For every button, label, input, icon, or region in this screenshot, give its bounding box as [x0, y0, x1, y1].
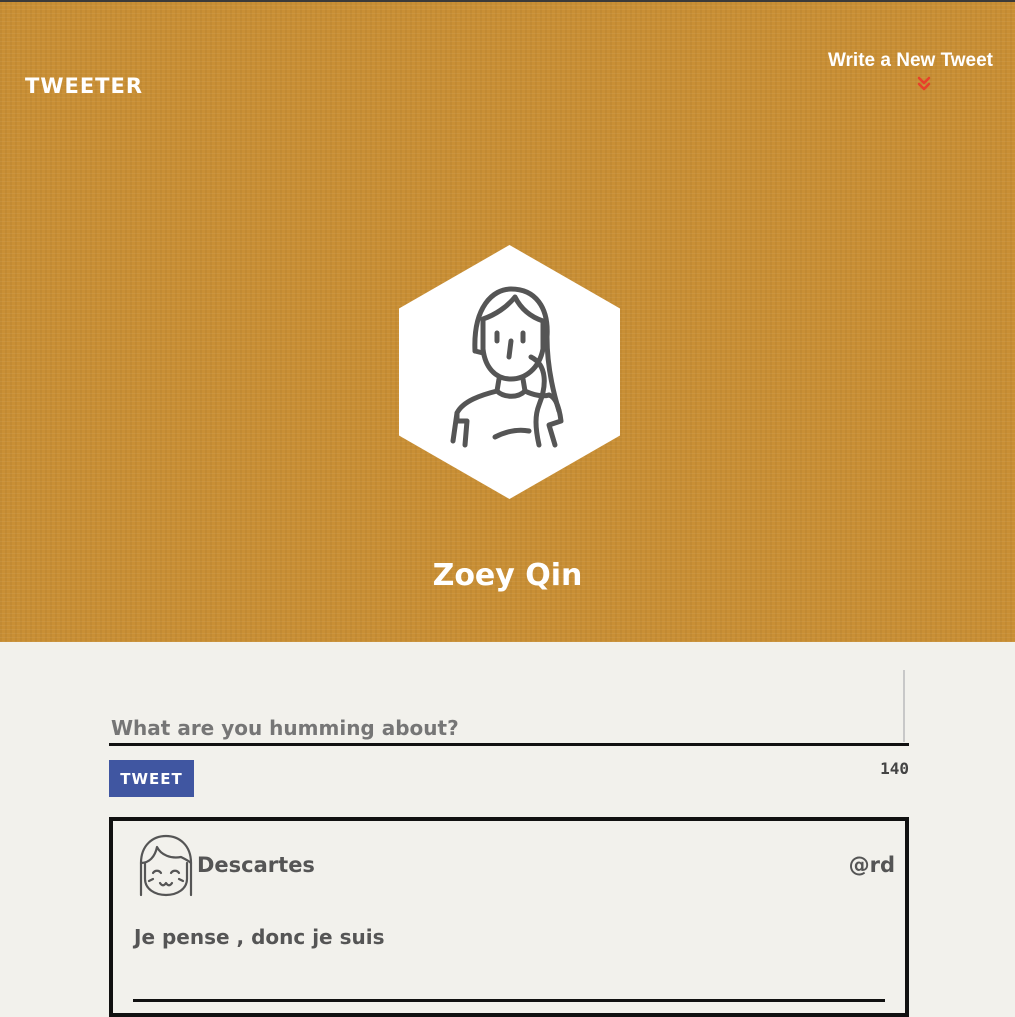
profile-header: TWEETER Write a New Tweet Zoey Qin: [0, 0, 1015, 642]
textarea-resize-handle[interactable]: [903, 670, 905, 742]
write-new-tweet-link[interactable]: Write a New Tweet: [828, 50, 993, 92]
double-chevron-down-icon[interactable]: [917, 76, 931, 92]
tweet-submit-button[interactable]: TWEET: [109, 760, 194, 797]
profile-name: Zoey Qin: [432, 558, 583, 593]
tweet-divider: [133, 999, 885, 1002]
user-avatar-icon: [139, 834, 193, 897]
write-new-tweet-label[interactable]: Write a New Tweet: [828, 50, 993, 72]
tweet-author-name: Descartes: [197, 853, 315, 877]
char-counter: 140: [880, 759, 909, 778]
tweet-author-handle: @rd: [848, 853, 895, 877]
compose-tweet-form: TWEET 140: [109, 670, 909, 797]
tweet-text-input[interactable]: [109, 670, 909, 746]
tweet-card: Descartes @rd Je pense , donc je suis: [109, 817, 909, 1017]
brand-logo[interactable]: TWEETER: [25, 74, 143, 98]
tweet-body-text: Je pense , donc je suis: [134, 925, 385, 949]
profile-avatar: [399, 245, 620, 499]
